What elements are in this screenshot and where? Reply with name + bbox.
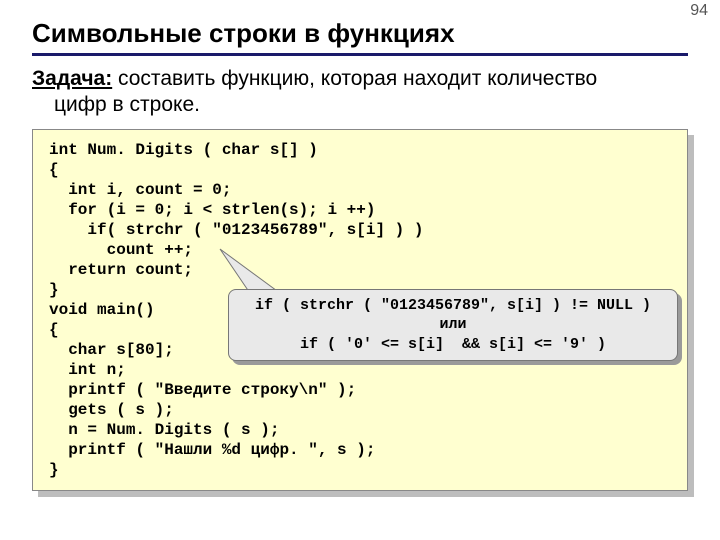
callout-box: if ( strchr ( "0123456789", s[i] ) != NU… [228, 289, 678, 362]
task-text-1: составить функцию, которая находит колич… [112, 67, 597, 90]
task-statement: Задача: составить функцию, которая наход… [32, 66, 688, 119]
slide-content: Символьные строки в функциях Задача: сос… [0, 0, 720, 491]
callout-line-1: if ( strchr ( "0123456789", s[i] ) != NU… [255, 297, 651, 314]
page-number: 94 [690, 2, 708, 20]
callout-line-2: или [439, 316, 466, 333]
task-label: Задача: [32, 67, 112, 90]
code-block-wrap: int Num. Digits ( char s[] ) { int i, co… [32, 129, 688, 491]
task-text-2: цифр в строке. [54, 93, 200, 116]
callout-line-3: if ( '0' <= s[i] && s[i] <= '9' ) [300, 336, 606, 353]
callout-wrap: if ( strchr ( "0123456789", s[i] ) != NU… [228, 289, 678, 362]
slide-title: Символьные строки в функциях [32, 18, 688, 56]
